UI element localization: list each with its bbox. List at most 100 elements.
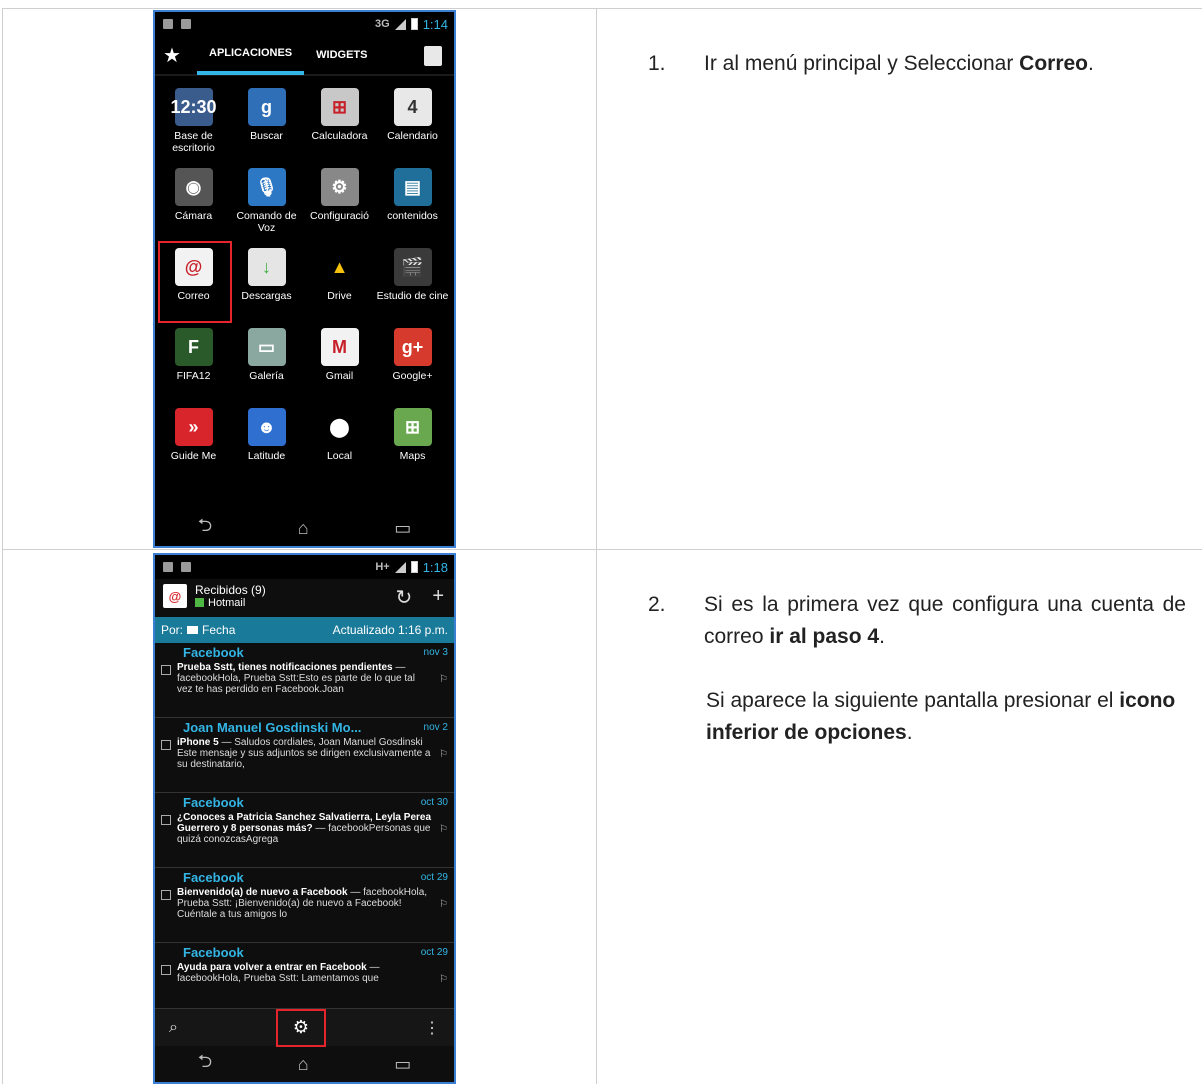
movie-studio-icon: 🎬 xyxy=(393,248,432,286)
tab-apps[interactable]: APLICACIONES xyxy=(197,35,305,75)
app-guide-me[interactable]: » Guide Me xyxy=(157,404,230,484)
voice-command-icon: 🎙 xyxy=(247,168,286,206)
app-label: Buscar xyxy=(250,130,283,142)
flag-icon[interactable]: ⚐ xyxy=(439,674,448,695)
message-row[interactable]: Joan Manuel Gosdinski Mo... nov 2 iPhone 5… xyxy=(155,718,454,793)
search-icon[interactable]: ⌕ xyxy=(169,1019,178,1037)
google-plus-icon: g+ xyxy=(393,328,432,366)
app-google-search[interactable]: g Buscar xyxy=(230,84,303,164)
account-name: Hotmail xyxy=(208,596,246,609)
app-drive[interactable]: ▲ Drive xyxy=(303,244,376,324)
sort-bar: Por: Fecha Actualizado 1:16 p.m. xyxy=(155,617,454,643)
inbox-title[interactable]: Recibidos (9) xyxy=(195,583,266,597)
google-search-icon: g xyxy=(247,88,286,126)
message-row[interactable]: Facebook oct 29 Ayuda para volver a entrar… xyxy=(155,943,454,1018)
star-icon[interactable]: ★ xyxy=(163,43,197,68)
app-label: Galería xyxy=(249,370,284,382)
message-date: oct 29 xyxy=(420,872,448,883)
sort-field: Fecha xyxy=(202,623,236,637)
camera-icon: ◉ xyxy=(174,168,213,206)
latitude-icon: ☻ xyxy=(247,408,286,446)
settings-icon: ⚙ xyxy=(320,168,359,206)
message-checkbox[interactable] xyxy=(161,965,171,975)
app-desk-clock[interactable]: 12:30 Base de escritorio xyxy=(157,84,230,164)
app-label: Descargas xyxy=(241,290,292,302)
app-calendar[interactable]: 4 Calendario xyxy=(376,84,449,164)
message-checkbox[interactable] xyxy=(161,890,171,900)
step-paragraph-1: Si es la primera vez que configura una c… xyxy=(704,589,1186,653)
flag-icon[interactable]: ⚐ xyxy=(439,824,448,845)
flag-icon[interactable]: ⚐ xyxy=(439,749,448,770)
step-number: 2. xyxy=(648,593,666,616)
play-store-icon[interactable] xyxy=(424,46,442,66)
sort-selector[interactable]: Por: Fecha xyxy=(161,623,235,637)
flag-icon[interactable]: ⚐ xyxy=(439,899,448,920)
account-selector[interactable]: Hotmail xyxy=(195,597,266,609)
compose-plus-icon[interactable]: + xyxy=(432,585,444,610)
message-checkbox[interactable] xyxy=(161,740,171,750)
message-list: Facebook nov 3 Prueba Sstt, tienes notific… xyxy=(155,643,454,1018)
table-column-divider xyxy=(596,8,597,1084)
app-label: Cámara xyxy=(174,210,213,222)
app-google-plus[interactable]: g+ Google+ xyxy=(376,324,449,404)
back-icon[interactable]: ⮌ xyxy=(198,513,212,543)
overflow-menu-icon[interactable]: ⋮ xyxy=(424,1018,440,1038)
message-snippet: Prueba Sstt, tienes notificaciones pendi… xyxy=(177,662,433,695)
app-camera[interactable]: ◉ Cámara xyxy=(157,164,230,244)
app-download[interactable]: ↓ Descargas xyxy=(230,244,303,324)
notification-icon xyxy=(181,562,191,572)
desk-clock-icon: 12:30 xyxy=(170,88,217,126)
app-calculator[interactable]: ⊞ Calculadora xyxy=(303,84,376,164)
app-latitude[interactable]: ☻ Latitude xyxy=(230,404,303,484)
message-checkbox[interactable] xyxy=(161,665,171,675)
download-icon: ↓ xyxy=(247,248,286,286)
refresh-icon[interactable]: ↻ xyxy=(396,585,413,610)
step-number: 1. xyxy=(648,52,666,75)
app-movie-studio[interactable]: 🎬 Estudio de cine xyxy=(376,244,449,324)
app-email[interactable]: @ Correo xyxy=(157,241,232,324)
message-snippet: ¿Conoces a Patricia Sanchez Salvatierra,… xyxy=(177,812,433,845)
back-icon[interactable]: ⮌ xyxy=(198,1049,212,1079)
message-subject: Bienvenido(a) de nuevo a Facebook xyxy=(177,887,348,898)
recents-icon[interactable]: ▭ xyxy=(394,1054,411,1075)
app-local-pin[interactable]: ⬤ Local xyxy=(303,404,376,484)
last-updated: Actualizado 1:16 p.m. xyxy=(332,623,448,637)
account-color-icon xyxy=(195,598,204,607)
app-gmail[interactable]: M Gmail xyxy=(303,324,376,404)
notification-icon xyxy=(181,19,191,29)
step-text: Ir al menú principal y Seleccionar xyxy=(704,52,1020,75)
app-content[interactable]: ▤ contenidos xyxy=(376,164,449,244)
gmail-icon: M xyxy=(320,328,359,366)
message-row[interactable]: Facebook oct 29 Bienvenido(a) de nuevo a F… xyxy=(155,868,454,943)
clock: 1:14 xyxy=(422,16,448,32)
step-end: . xyxy=(1088,52,1094,75)
home-icon[interactable]: ⌂ xyxy=(298,1054,309,1075)
gallery-icon: ▭ xyxy=(247,328,286,366)
app-gallery[interactable]: ▭ Galería xyxy=(230,324,303,404)
tab-widgets[interactable]: WIDGETS xyxy=(304,35,379,75)
highlight-box xyxy=(158,241,232,323)
sort-label: Por: xyxy=(161,623,184,637)
table-border-top xyxy=(2,8,1202,9)
message-subject: iPhone 5 xyxy=(177,737,219,748)
network-type: H+ xyxy=(375,561,390,573)
message-row[interactable]: Facebook oct 30 ¿Conoces a Patricia Sanche… xyxy=(155,793,454,868)
app-fifa[interactable]: F FIFA12 xyxy=(157,324,230,404)
flag-icon[interactable]: ⚐ xyxy=(439,974,448,985)
app-maps[interactable]: ⊞ Maps xyxy=(376,404,449,484)
app-label: FIFA12 xyxy=(176,370,211,382)
message-sender: Joan Manuel Gosdinski Mo... xyxy=(183,720,362,735)
recents-icon[interactable]: ▭ xyxy=(394,518,411,539)
message-checkbox[interactable] xyxy=(161,815,171,825)
app-settings[interactable]: ⚙ Configuració xyxy=(303,164,376,244)
settings-gear-icon[interactable]: ⚙ xyxy=(275,1008,326,1047)
app-label: Calendario xyxy=(387,130,438,142)
step-end: . xyxy=(879,625,885,648)
home-icon[interactable]: ⌂ xyxy=(298,518,309,539)
message-row[interactable]: Facebook nov 3 Prueba Sstt, tienes notific… xyxy=(155,643,454,718)
app-label: Drive xyxy=(327,290,352,302)
app-voice-command[interactable]: 🎙 Comando de Voz xyxy=(230,164,303,244)
step-bold: ir al paso 4 xyxy=(769,625,880,648)
step-end: . xyxy=(906,721,913,744)
app-label: Estudio de cine xyxy=(376,290,449,302)
